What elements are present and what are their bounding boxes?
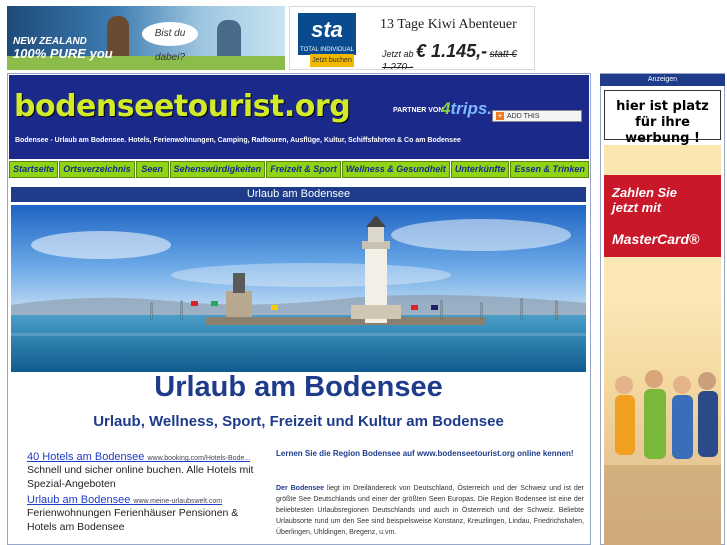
main-navigation: Startseite Ortsverzeichnis Seen Sehenswü… (9, 161, 589, 178)
partner-logo[interactable]: 4trips. (441, 99, 492, 119)
partner-label: PARTNER VON (393, 107, 444, 114)
nav-freizeit-sport[interactable]: Freizeit & Sport (266, 161, 341, 178)
site-header: bodenseetourist.org PARTNER VON 4trips. … (9, 75, 589, 159)
nav-sehenswuerdigkeiten[interactable]: Sehenswürdigkeiten (169, 161, 266, 178)
page-heading: Urlaub am Bodensee (154, 371, 443, 403)
new-zealand-banner-ad[interactable]: NEW ZEALAND 100% PURE you Bist du dabei? (7, 6, 285, 70)
nav-seen[interactable]: Seen (135, 161, 169, 178)
site-logo[interactable]: bodenseetourist.org (14, 89, 351, 124)
speech-bubble: Bist du dabei? (142, 22, 198, 63)
nav-startseite[interactable]: Startseite (9, 161, 59, 178)
addthis-button[interactable]: + ADD THIS (492, 110, 582, 122)
text-ad: Urlaub am Bodensee www.meine-urlaubswelt… (27, 494, 262, 534)
nav-ortsverzeichnis[interactable]: Ortsverzeichnis (59, 161, 135, 178)
plus-icon: + (496, 111, 504, 121)
ad-space-placeholder[interactable]: hier ist platz für ihre werbung ! (604, 90, 721, 146)
ad-link[interactable]: Urlaub am Bodensee www.meine-urlaubswelt… (27, 494, 262, 506)
intro-text: Lernen Sie die Region Bodensee auf www.b… (276, 449, 574, 458)
banner-title: 13 Tage Kiwi Abenteuer (380, 17, 517, 32)
body-text: Der Bodensee liegt im Dreiländereck von … (276, 485, 584, 536)
banner-price: Jetzt ab € 1.145,- statt € 1.270,- (382, 41, 517, 70)
mastercard-slogan: Zahlen Sie jetzt mit (612, 185, 678, 215)
sta-travel-banner-ad[interactable]: sta TOTAL INDIVIDUAL Jetzt buchen 13 Tag… (289, 6, 535, 70)
nav-unterkuenfte[interactable]: Unterkünfte (450, 161, 510, 178)
content-title-bar: Urlaub am Bodensee (11, 187, 586, 202)
ads-label: Anzeigen (600, 74, 725, 86)
ad-description: Schnell und sicher online buchen. Alle H… (27, 464, 254, 490)
text-ad: 40 Hotels am Bodensee www.booking.com/Ho… (27, 451, 262, 491)
book-now-button[interactable]: Jetzt buchen (310, 54, 354, 67)
nav-wellness-gesundheit[interactable]: Wellness & Gesundheit (341, 161, 450, 178)
page-subheading: Urlaub, Wellness, Sport, Freizeit und Ku… (93, 413, 504, 430)
nav-essen-trinken[interactable]: Essen & Trinken (510, 161, 589, 178)
mastercard-logo: MasterCard® (612, 231, 700, 247)
site-tagline: Bodensee - Urlaub am Bodensee. Hotels, F… (15, 137, 461, 144)
lindau-harbor-photo (11, 205, 586, 372)
ad-link[interactable]: 40 Hotels am Bodensee www.booking.com/Ho… (27, 451, 262, 463)
ad-description: Ferienwohnungen Ferienhäuser Pensionen &… (27, 507, 239, 533)
mastercard-banner-ad[interactable]: Zahlen Sie jetzt mit MasterCard® (604, 145, 721, 545)
new-zealand-logo: NEW ZEALAND 100% PURE you (13, 36, 113, 61)
ad-url[interactable]: www.booking.com/Hotels-Bode... (147, 455, 250, 462)
ad-url[interactable]: www.meine-urlaubswelt.com (133, 498, 222, 505)
text-ads: 40 Hotels am Bodensee www.booking.com/Ho… (27, 451, 262, 537)
sta-logo: sta TOTAL INDIVIDUAL (298, 13, 356, 55)
people-illustration (604, 370, 721, 545)
